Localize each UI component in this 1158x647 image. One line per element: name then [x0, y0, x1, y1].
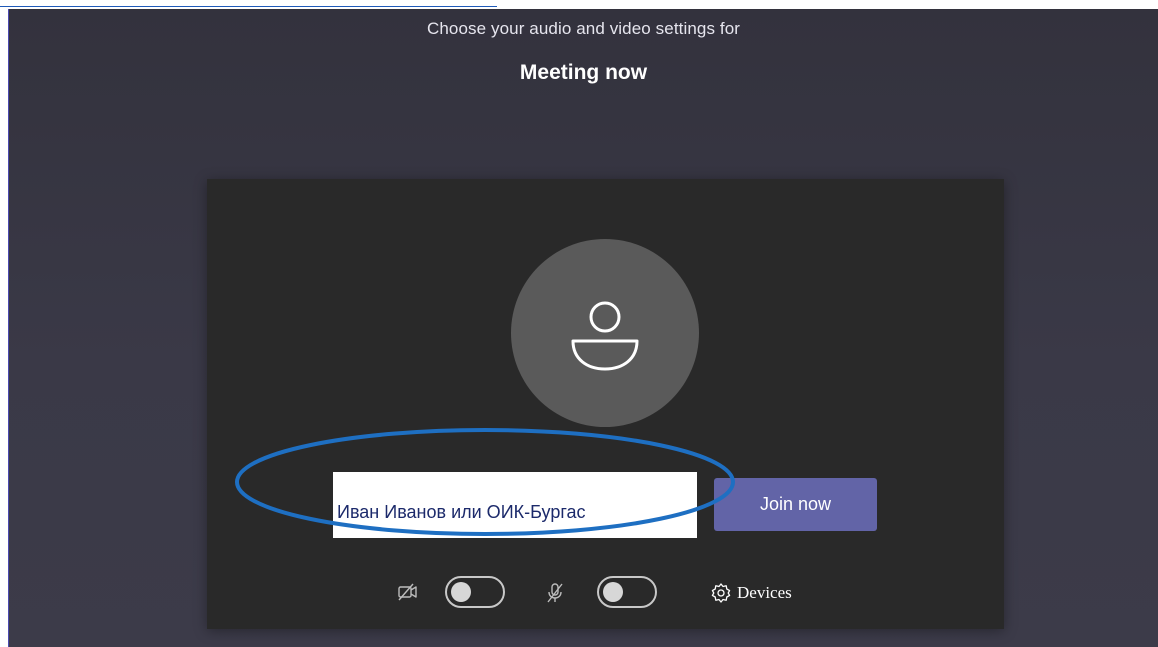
devices-button[interactable]: Devices	[737, 583, 792, 603]
join-now-button[interactable]: Join now	[714, 478, 877, 531]
settings-subtitle: Choose your audio and video settings for	[426, 19, 741, 38]
camera-toggle[interactable]	[445, 576, 505, 608]
gear-icon[interactable]	[710, 582, 732, 604]
device-controls: Devices	[207, 574, 1004, 614]
mic-toggle[interactable]	[597, 576, 657, 608]
person-icon	[571, 301, 639, 371]
avatar	[511, 239, 699, 427]
join-now-label: Join now	[759, 494, 832, 514]
camera-off-icon	[398, 583, 417, 601]
mic-toggle-knob	[603, 582, 623, 602]
page: Choose your audio and video settings for…	[0, 0, 1158, 647]
name-input[interactable]: Иван Иванов или ОИК-Бургас	[333, 472, 697, 538]
camera-toggle-knob	[451, 582, 471, 602]
teams-prejoin-window: Choose your audio and video settings for…	[8, 9, 1158, 647]
top-link[interactable]	[0, 0, 497, 7]
meeting-title: Meeting now	[519, 61, 648, 84]
name-input-value: Иван Иванов или ОИК-Бургас	[337, 501, 586, 522]
video-preview: Иван Иванов или ОИК-Бургас Join now Devi…	[207, 179, 1004, 629]
mic-off-icon	[547, 583, 563, 603]
